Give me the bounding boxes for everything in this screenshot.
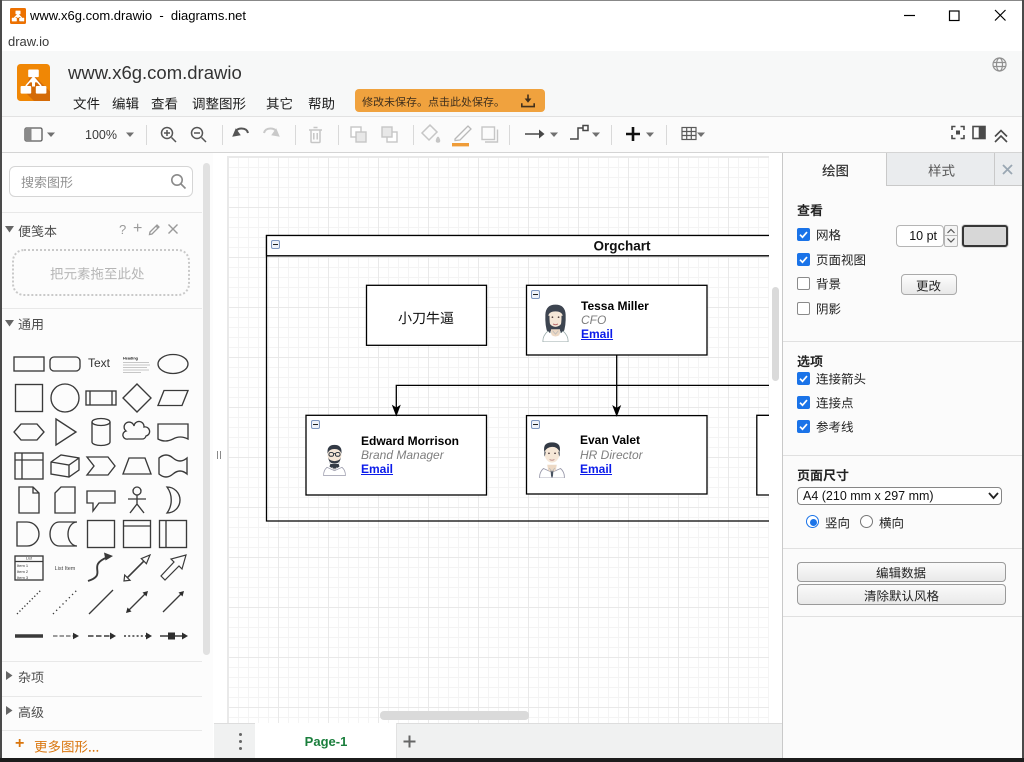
svg-text:Item 1: Item 1 xyxy=(17,563,29,568)
svg-text:Heading: Heading xyxy=(123,356,139,360)
svg-text:List Item: List Item xyxy=(55,566,76,572)
svg-text:List: List xyxy=(26,556,33,561)
svg-text:Orgchart: Orgchart xyxy=(593,239,651,254)
svg-text:100%: 100% xyxy=(85,128,117,142)
svg-text:Item 2: Item 2 xyxy=(17,569,29,574)
svg-text:Item 3: Item 3 xyxy=(17,575,29,580)
